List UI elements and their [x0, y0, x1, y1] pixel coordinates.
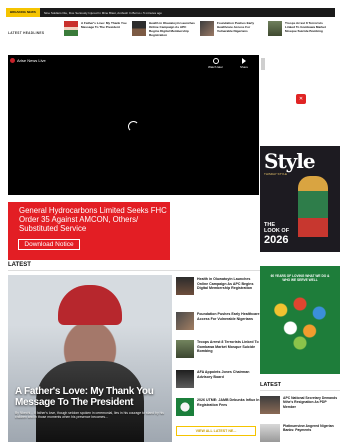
latest-section-heading: LATEST [8, 262, 31, 268]
article-title[interactable]: Troops Arrest 8 Terrorists Linked To Gom… [197, 340, 260, 358]
share-button[interactable]: Share [240, 58, 248, 69]
magazine-year: 2026 [264, 234, 289, 246]
list-item[interactable]: 2026 UTME: JAMB Debunks Influx In Regist… [176, 398, 260, 416]
headline-thumbnail[interactable] [268, 21, 282, 36]
ad-marker [261, 58, 265, 70]
article-thumbnail[interactable] [260, 396, 280, 414]
magazine-subtitle: THISDAY STYLE [264, 172, 288, 176]
close-icon[interactable]: ✕ [296, 94, 306, 104]
article-title[interactable]: AFA Appoints Jones Chairman Advisory Boa… [197, 370, 260, 388]
article-thumbnail[interactable] [176, 340, 194, 358]
view-all-latest-button[interactable]: VIEW ALL LATEST NE... [176, 426, 256, 436]
article-thumbnail[interactable] [176, 370, 194, 388]
magazine-cover-line: THE LOOK OF [264, 222, 290, 234]
breaking-news-bar[interactable]: BREAKING NEWS Nine Soldiers Die, Five Se… [6, 8, 335, 17]
list-item[interactable]: Health in Oluwatoyin Launches Online Cam… [176, 277, 260, 295]
hero-article[interactable]: A Father's Love: My Thank You Message To… [8, 275, 172, 442]
latest-headlines-label: LATEST HEADLINES [8, 31, 45, 35]
headline-strip-item[interactable]: Health in Oluwatoyin Launches Online Cam… [132, 21, 197, 39]
article-thumbnail[interactable] [260, 424, 280, 442]
article-thumbnail[interactable] [176, 277, 194, 295]
headline-link[interactable]: Foundation Pushes Early Healthcare Acces… [217, 21, 265, 33]
breaking-ticker-text[interactable]: Nine Soldiers Die, Five Seriously Injure… [40, 11, 162, 15]
video-player[interactable]: Arise News Live Watch later Share [8, 55, 259, 195]
hero-excerpt: By Nkechi... A father's love, though sel… [15, 411, 164, 420]
anniversary-advert[interactable]: 60 YEARS OF LOVING WHAT WE DO & WHO WE S… [260, 266, 340, 374]
list-item[interactable]: Troops Arrest 8 Terrorists Linked To Gom… [176, 340, 260, 358]
advert-text: General Hydrocarbons Limited Seeks FHC O… [19, 206, 167, 233]
magazine-cover[interactable]: Style THISDAY STYLE THE LOOK OF 2026 [260, 146, 340, 252]
list-item[interactable]: AFA Appoints Jones Chairman Advisory Boa… [176, 370, 260, 388]
article-title[interactable]: 2026 UTME: JAMB Debunks Influx In Regist… [197, 398, 260, 416]
video-title[interactable]: Arise News Live [17, 58, 46, 63]
headline-link[interactable]: A Father's Love: My Thank You Message To… [81, 21, 129, 29]
headline-link[interactable]: Troops Arrest 8 Terrorists Linked To Gom… [285, 21, 333, 33]
headline-link[interactable]: Health in Oluwatoyin Launches Online Cam… [149, 21, 197, 37]
loading-spinner-icon [128, 121, 139, 132]
article-thumbnail[interactable] [176, 398, 194, 416]
magazine-title: Style [264, 149, 316, 173]
divider [8, 270, 260, 271]
headline-thumbnail[interactable] [132, 21, 146, 36]
watch-later-button[interactable]: Watch later [208, 58, 223, 69]
headline-strip-item[interactable]: Foundation Pushes Early Healthcare Acces… [200, 21, 265, 39]
article-title[interactable]: Health in Oluwatoyin Launches Online Cam… [197, 277, 260, 295]
article-title[interactable]: APC National Secretary Demands Nthe's Re… [283, 396, 340, 414]
cover-model-image [298, 176, 328, 252]
channel-avatar[interactable] [10, 58, 15, 63]
notice-advert[interactable]: General Hydrocarbons Limited Seeks FHC O… [8, 202, 170, 260]
breaking-label: BREAKING NEWS [6, 8, 40, 17]
divider [260, 390, 340, 391]
list-item[interactable]: Foundation Pushes Early Healthcare Acces… [176, 312, 260, 330]
download-notice-button[interactable]: Download Notice [18, 239, 80, 250]
headline-thumbnail[interactable] [64, 21, 78, 36]
headline-strip-item[interactable]: A Father's Love: My Thank You Message To… [64, 21, 129, 39]
headline-thumbnail[interactable] [200, 21, 214, 36]
advert-text: 60 YEARS OF LOVING WHAT WE DO & WHO WE S… [270, 274, 330, 282]
hero-title[interactable]: A Father's Love: My Thank You Message To… [15, 386, 165, 408]
clock-icon [212, 58, 219, 64]
article-thumbnail[interactable] [176, 312, 194, 330]
list-item[interactable]: Platinumview Angered Nigerian Banks: Pay… [260, 424, 340, 442]
list-item[interactable]: APC National Secretary Demands Nthe's Re… [260, 396, 340, 414]
article-title[interactable]: Platinumview Angered Nigerian Banks: Pay… [283, 424, 340, 442]
right-latest-heading: LATEST [260, 382, 281, 388]
share-icon [242, 58, 246, 64]
headline-strip-item[interactable]: Troops Arrest 8 Terrorists Linked To Gom… [268, 21, 333, 39]
article-title[interactable]: Foundation Pushes Early Healthcare Acces… [197, 312, 260, 330]
balloons-graphic [268, 292, 332, 352]
